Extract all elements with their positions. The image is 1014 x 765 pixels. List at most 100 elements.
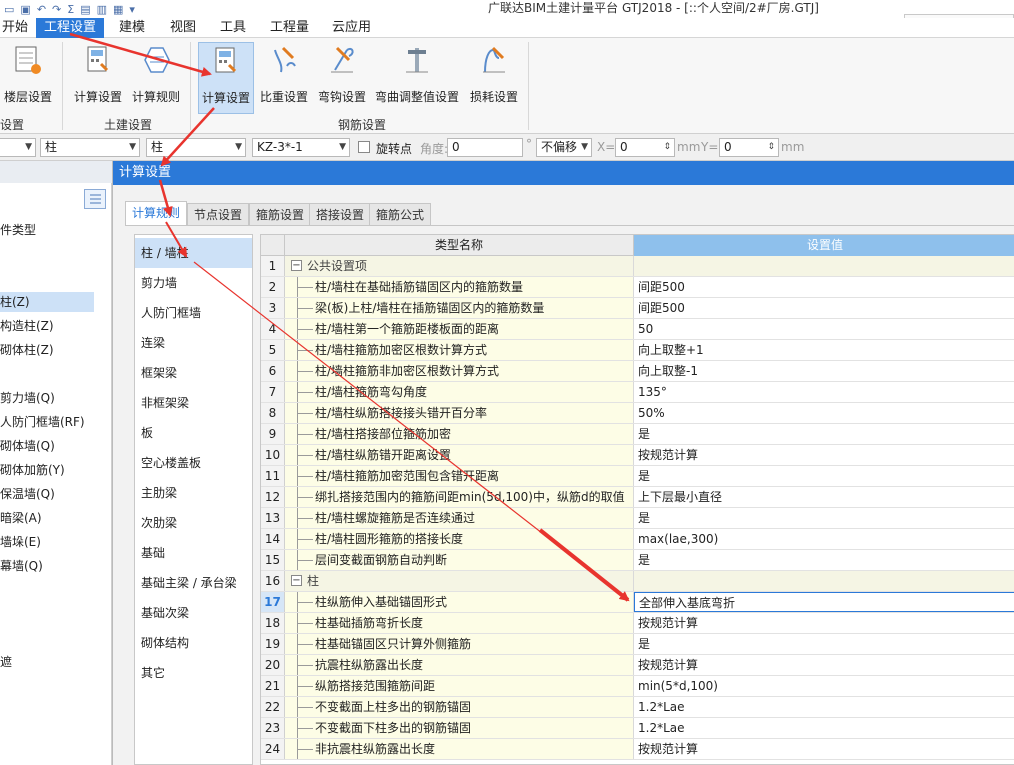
row-setting-value[interactable] xyxy=(634,571,1014,591)
menu-start[interactable]: 开始 xyxy=(0,18,36,38)
category-civil-defense-wall[interactable]: 人防门框墙 xyxy=(135,298,252,328)
table-row[interactable]: 9 柱/墙柱搭接部位箍筋加密 是 xyxy=(261,424,1014,445)
category-foundation[interactable]: 基础 xyxy=(135,538,252,568)
row-setting-value[interactable]: 按规范计算 xyxy=(634,739,1014,759)
row-setting-value[interactable]: 1.2*Lae xyxy=(634,697,1014,717)
table-row[interactable]: 17 柱纵筋伸入基础锚固形式 全部伸入基底弯折 xyxy=(261,592,1014,613)
redo-icon[interactable]: ↷ xyxy=(52,3,61,16)
row-setting-value[interactable]: 50% xyxy=(634,403,1014,423)
category-secondary-rib-beam[interactable]: 次肋梁 xyxy=(135,508,252,538)
tab-node-settings[interactable]: 节点设置 xyxy=(187,203,250,225)
tree-item-column[interactable]: 柱(Z) xyxy=(0,292,94,312)
row-setting-value[interactable]: 1.2*Lae xyxy=(634,718,1014,738)
table-row[interactable]: 22 不变截面上柱多出的钢筋锚固 1.2*Lae xyxy=(261,697,1014,718)
row-setting-value[interactable]: 是 xyxy=(634,424,1014,444)
group-row[interactable]: 1− 公共设置项 xyxy=(261,256,1014,277)
tree-item-masonry-rebar[interactable]: 砌体加筋(Y) xyxy=(0,460,94,480)
hook-settings-button[interactable]: 弯钩设置 xyxy=(314,42,370,114)
table-row[interactable]: 2 柱/墙柱在基础插筋锚固区内的箍筋数量 间距500 xyxy=(261,277,1014,298)
category-hollow-slab[interactable]: 空心楼盖板 xyxy=(135,448,252,478)
undo-icon[interactable]: ↶ xyxy=(37,3,46,16)
category-shear-wall[interactable]: 剪力墙 xyxy=(135,268,252,298)
row-setting-value[interactable]: 是 xyxy=(634,508,1014,528)
table-row[interactable]: 21 纵筋搭接范围箍筋间距 min(5*d,100) xyxy=(261,676,1014,697)
row-setting-value[interactable]: 全部伸入基底弯折 xyxy=(634,592,1014,612)
grid-icon[interactable]: ▦ xyxy=(113,3,123,16)
tree-item-wall-pier[interactable]: 墙垛(E) xyxy=(0,532,94,552)
category-column-wallcolumn[interactable]: 柱 / 墙柱 xyxy=(135,238,252,268)
angle-input[interactable]: 0 xyxy=(447,138,523,157)
menu-view[interactable]: 视图 xyxy=(162,18,204,38)
row-setting-value[interactable]: 按规范计算 xyxy=(634,655,1014,675)
row-setting-value[interactable]: 向上取整-1 xyxy=(634,361,1014,381)
weight-settings-button[interactable]: 比重设置 xyxy=(256,42,312,114)
row-setting-value[interactable]: 按规范计算 xyxy=(634,445,1014,465)
table-row[interactable]: 4 柱/墙柱第一个箍筋距楼板面的距离 50 xyxy=(261,319,1014,340)
table-row[interactable]: 6 柱/墙柱箍筋非加密区根数计算方式 向上取整-1 xyxy=(261,361,1014,382)
element-combo[interactable]: 柱 ▼ xyxy=(146,138,246,157)
row-setting-value[interactable] xyxy=(634,256,1014,276)
group-row[interactable]: 16− 柱 xyxy=(261,571,1014,592)
table-row[interactable]: 15 层间变截面钢筋自动判断 是 xyxy=(261,550,1014,571)
tree-item-hidden-beam[interactable]: 暗梁(A) xyxy=(0,508,94,528)
tree-item-misc[interactable]: 遮 xyxy=(0,652,94,672)
report-icon[interactable]: ▤ xyxy=(80,3,90,16)
collapse-icon[interactable]: − xyxy=(291,575,302,586)
menu-cloud[interactable]: 云应用 xyxy=(324,18,379,38)
open-icon[interactable]: ▭ xyxy=(4,3,14,16)
tree-item-insulation-wall[interactable]: 保温墙(Q) xyxy=(0,484,94,504)
row-setting-value[interactable]: 按规范计算 xyxy=(634,613,1014,633)
tree-item-shear-wall[interactable]: 剪力墙(Q) xyxy=(0,388,94,408)
table-row[interactable]: 24 非抗震柱纵筋露出长度 按规范计算 xyxy=(261,739,1014,760)
table-row[interactable]: 3 梁(板)上柱/墙柱在插筋锚固区内的箍筋数量 间距500 xyxy=(261,298,1014,319)
loss-settings-button[interactable]: 损耗设置 xyxy=(464,42,524,114)
tab-lap-settings[interactable]: 搭接设置 xyxy=(309,203,372,225)
tree-item-construct-column[interactable]: 构造柱(Z) xyxy=(0,316,94,336)
y-offset-stepper[interactable]: 0 ⇕ xyxy=(719,138,779,157)
table-row[interactable]: 8 柱/墙柱纵筋搭接接头错开百分率 50% xyxy=(261,403,1014,424)
row-setting-value[interactable]: 是 xyxy=(634,634,1014,654)
menu-project-settings[interactable]: 工程设置 xyxy=(36,18,105,38)
row-setting-value[interactable]: 是 xyxy=(634,550,1014,570)
tree-item-civil-defense-wall[interactable]: 人防门框墙(RF) xyxy=(0,412,94,432)
category-slab[interactable]: 板 xyxy=(135,418,252,448)
offset-combo[interactable]: 不偏移 ▼ xyxy=(536,138,592,157)
calc-rules-button[interactable]: 计算规则 xyxy=(128,42,184,114)
tab-stirrup-formula[interactable]: 箍筋公式 xyxy=(369,203,432,225)
row-setting-value[interactable]: 50 xyxy=(634,319,1014,339)
category-non-frame-beam[interactable]: 非框架梁 xyxy=(135,388,252,418)
table-row[interactable]: 20 抗震柱纵筋露出长度 按规范计算 xyxy=(261,655,1014,676)
list-view-icon[interactable] xyxy=(84,189,106,209)
tree-item-masonry-column[interactable]: 砌体柱(Z) xyxy=(0,340,94,360)
category-frame-beam[interactable]: 框架梁 xyxy=(135,358,252,388)
row-setting-value[interactable]: min(5*d,100) xyxy=(634,676,1014,696)
bend-adjust-button[interactable]: 弯曲调整值设置 xyxy=(372,42,462,114)
category-foundation-secondary-beam[interactable]: 基础次梁 xyxy=(135,598,252,628)
dropdown-icon[interactable]: ▾ xyxy=(129,3,135,16)
tree-item-type[interactable]: 件类型 xyxy=(0,220,94,240)
collapse-icon[interactable]: − xyxy=(291,260,302,271)
table-row[interactable]: 10 柱/墙柱纵筋错开距离设置 按规范计算 xyxy=(261,445,1014,466)
sum-icon[interactable]: Σ xyxy=(67,3,74,16)
row-setting-value[interactable]: 上下层最小直径 xyxy=(634,487,1014,507)
table-row[interactable]: 14 柱/墙柱圆形箍筋的搭接长度 max(lae,300) xyxy=(261,529,1014,550)
row-setting-value[interactable]: 向上取整+1 xyxy=(634,340,1014,360)
table-row[interactable]: 5 柱/墙柱箍筋加密区根数计算方式 向上取整+1 xyxy=(261,340,1014,361)
table-row[interactable]: 7 柱/墙柱箍筋弯勾角度 135° xyxy=(261,382,1014,403)
rotate-point-checkbox[interactable] xyxy=(358,141,370,153)
menu-modeling[interactable]: 建模 xyxy=(111,18,153,38)
view-icon[interactable]: ▥ xyxy=(97,3,107,16)
table-row[interactable]: 13 柱/墙柱螺旋箍筋是否连续通过 是 xyxy=(261,508,1014,529)
civil-calc-settings-button[interactable]: 计算设置 xyxy=(70,42,126,114)
category-main-rib-beam[interactable]: 主肋梁 xyxy=(135,478,252,508)
floor-settings-button[interactable]: 楼层设置 xyxy=(0,42,56,114)
row-setting-value[interactable]: 间距500 xyxy=(634,298,1014,318)
save-icon[interactable]: ▣ xyxy=(20,3,30,16)
menu-quantity[interactable]: 工程量 xyxy=(262,18,317,38)
element-type-combo[interactable]: 柱 ▼ xyxy=(40,138,140,157)
menu-tools[interactable]: 工具 xyxy=(212,18,254,38)
category-other[interactable]: 其它 xyxy=(135,658,252,688)
row-setting-value[interactable]: 间距500 xyxy=(634,277,1014,297)
element-name-combo[interactable]: KZ-3*-1 ▼ xyxy=(252,138,350,157)
row-setting-value[interactable]: 135° xyxy=(634,382,1014,402)
